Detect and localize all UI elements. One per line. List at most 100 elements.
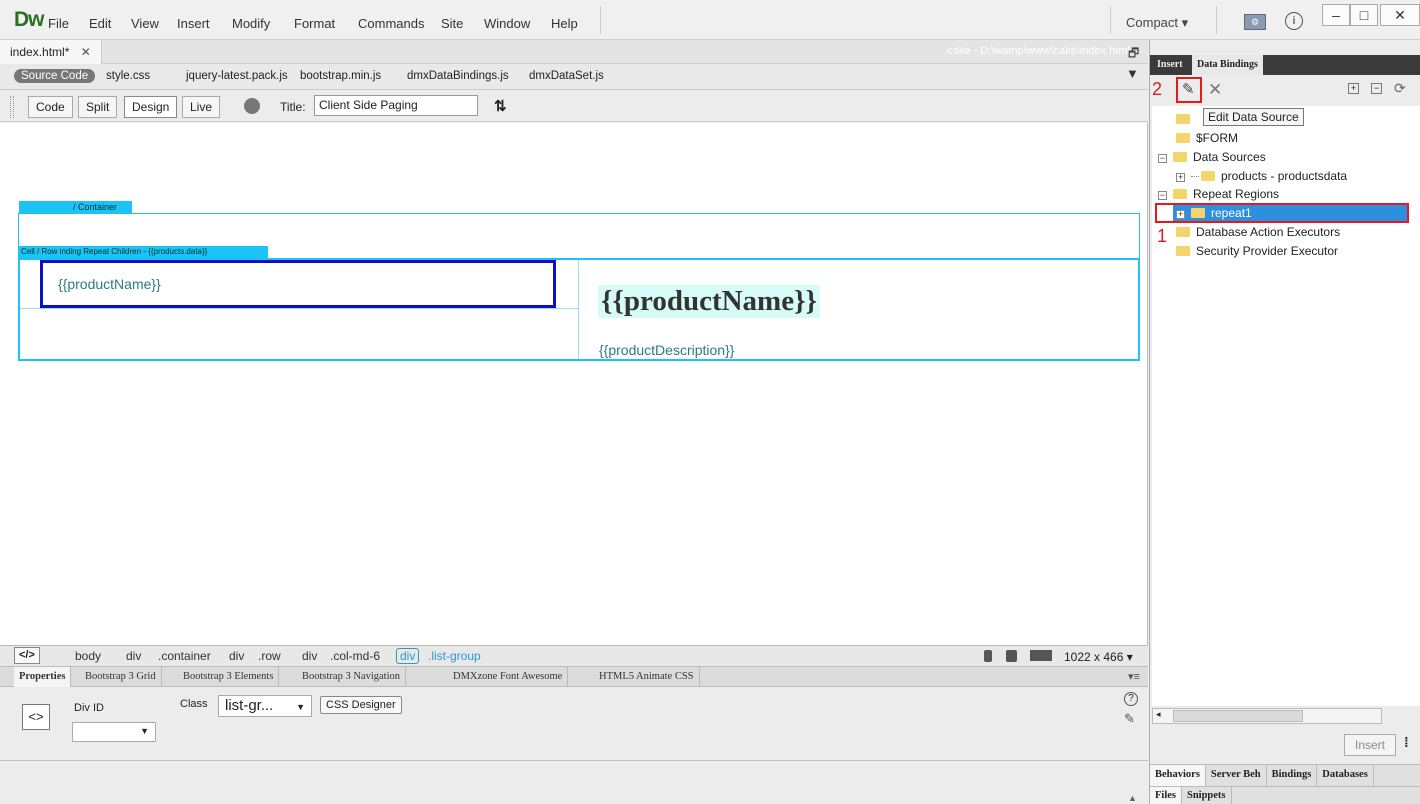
tab-files[interactable]: Files [1150, 787, 1182, 804]
menu-format[interactable]: Format [294, 16, 335, 31]
workspace-switcher[interactable]: Compact ▾ [1126, 15, 1188, 31]
menu-edit[interactable]: Edit [89, 16, 111, 31]
tree-item-form[interactable]: $FORM [1176, 129, 1238, 148]
tab-insert[interactable]: Insert [1152, 55, 1188, 75]
related-file[interactable]: style.css [106, 70, 150, 82]
source-code-button[interactable]: Source Code [14, 69, 96, 83]
close-tab-icon[interactable]: ✕ [81, 45, 91, 59]
globe-icon[interactable] [244, 98, 260, 114]
help-icon[interactable]: ? [1124, 692, 1138, 706]
expand-all-icon[interactable]: + [1348, 83, 1359, 94]
tree-item-repeat1[interactable]: + repeat1 [1176, 204, 1252, 223]
tree-item-products[interactable]: + products - productsdata [1176, 167, 1347, 186]
current-tag-class[interactable]: .list-group [428, 649, 481, 663]
split-view-button[interactable]: Split [78, 96, 118, 118]
maximize-button[interactable]: □ [1350, 4, 1378, 26]
expand-node-icon[interactable]: + [1176, 173, 1185, 182]
tab-bootstrap-elements[interactable]: Bootstrap 3 Elements [178, 667, 280, 687]
filter-icon[interactable]: ▼ [1126, 66, 1139, 81]
document-tab-label: index.html* [10, 45, 70, 59]
class-value: list-gr... [225, 697, 274, 714]
tree-item-data-sources[interactable]: − Data Sources [1158, 148, 1266, 167]
current-tag[interactable]: div [396, 648, 420, 664]
design-canvas[interactable] [0, 123, 1148, 645]
delete-icon[interactable]: ✕ [1208, 80, 1222, 100]
desktop-size-icon[interactable] [1030, 650, 1052, 661]
document-tab[interactable]: index.html* ✕ [0, 40, 102, 64]
folder-icon [1176, 246, 1190, 256]
related-file[interactable]: bootstrap.min.js [300, 70, 381, 82]
close-window-button[interactable]: ✕ [1380, 4, 1420, 26]
design-view-button[interactable]: Design [124, 96, 178, 118]
product-name-heading[interactable]: {{productName}} [598, 285, 820, 318]
css-designer-button[interactable]: CSS Designer [320, 696, 402, 714]
tree-item-top[interactable] [1176, 110, 1196, 129]
tree-item-security[interactable]: Security Provider Executor [1176, 242, 1338, 261]
tab-bindings[interactable]: Bindings [1267, 765, 1318, 786]
horizontal-scrollbar[interactable]: ◂ [1152, 708, 1382, 724]
tab-font-awesome[interactable]: DMXzone Font Awesome [448, 667, 569, 687]
tab-snippets[interactable]: Snippets [1182, 787, 1232, 804]
menu-window[interactable]: Window [484, 16, 530, 31]
sync-settings-icon[interactable]: ⚙ [1244, 14, 1266, 30]
tablet-size-icon[interactable] [1006, 650, 1017, 662]
window-size[interactable]: 1022 x 466 ▾ [1064, 650, 1133, 664]
collapse-all-icon[interactable]: − [1371, 83, 1382, 94]
menu-help[interactable]: Help [551, 16, 578, 31]
collapse-node-icon[interactable]: − [1158, 191, 1167, 200]
tag-div[interactable]: div [229, 649, 244, 663]
sort-icon[interactable]: ⇅ [494, 97, 507, 115]
related-file[interactable]: dmxDataBindings.js [407, 70, 509, 82]
menu-view[interactable]: View [131, 16, 159, 31]
related-file[interactable]: dmxDataSet.js [529, 70, 604, 82]
expand-arrow-icon[interactable]: ▲ [1128, 793, 1137, 803]
code-tag-icon[interactable]: </> [14, 647, 40, 664]
tree-item-db-executors[interactable]: Database Action Executors [1176, 223, 1340, 242]
tag-div[interactable]: div [126, 649, 141, 663]
tag-body[interactable]: body [75, 649, 101, 663]
class-select[interactable]: list-gr... ▼ [218, 695, 312, 717]
tab-animate-css[interactable]: HTML5 Animate CSS [594, 667, 700, 687]
scroll-thumb[interactable] [1173, 710, 1303, 722]
mobile-size-icon[interactable] [984, 650, 992, 662]
code-view-button[interactable]: Code [28, 96, 73, 118]
panel-tab-bar [1150, 55, 1420, 75]
tag-class[interactable]: .row [258, 649, 281, 663]
menu-commands[interactable]: Commands [358, 16, 424, 31]
tab-server-behaviors[interactable]: Server Beh [1206, 765, 1267, 786]
insert-button[interactable]: Insert [1344, 734, 1396, 756]
menu-insert[interactable]: Insert [177, 16, 210, 31]
title-input[interactable]: Client Side Paging [314, 95, 478, 116]
menu-modify[interactable]: Modify [232, 16, 270, 31]
tab-data-bindings[interactable]: Data Bindings [1192, 55, 1263, 75]
scroll-left-icon[interactable]: ◂ [1156, 709, 1161, 720]
tab-behaviors[interactable]: Behaviors [1150, 765, 1206, 786]
edit-data-source-button[interactable]: ✎ [1176, 77, 1202, 103]
menu-site[interactable]: Site [441, 16, 463, 31]
info-icon[interactable]: i [1285, 12, 1303, 30]
grip-icon[interactable]: ⁞ [1404, 734, 1409, 750]
container-tag[interactable]: / Container [19, 201, 132, 213]
quick-tag-editor-icon[interactable]: ✎ [1124, 711, 1135, 727]
restore-icon[interactable]: 🗗 [1128, 44, 1139, 65]
tag-class[interactable]: .col-md-6 [330, 649, 380, 663]
live-view-button[interactable]: Live [182, 96, 221, 118]
tab-databases[interactable]: Databases [1317, 765, 1374, 786]
expand-node-icon[interactable]: + [1176, 210, 1185, 219]
product-description-binding[interactable]: {{productDescription}} [599, 342, 734, 358]
product-name-binding[interactable]: {{productName}} [58, 276, 161, 292]
collapse-node-icon[interactable]: − [1158, 154, 1167, 163]
row-tag[interactable]: Cell / Row inding Repeat Children - {{pr… [18, 246, 268, 258]
menu-file[interactable]: File [48, 16, 69, 31]
tree-item-repeat-regions[interactable]: − Repeat Regions [1158, 185, 1279, 204]
tab-bootstrap-navigation[interactable]: Bootstrap 3 Navigation [297, 667, 406, 687]
div-id-select[interactable]: ▼ [72, 722, 156, 742]
refresh-icon[interactable]: ⟳ [1394, 80, 1406, 97]
minimize-button[interactable]: – [1322, 4, 1350, 26]
tag-class[interactable]: .container [158, 649, 211, 663]
panel-menu-icon[interactable]: ▾≡ [1128, 670, 1140, 683]
related-file[interactable]: jquery-latest.pack.js [186, 70, 288, 82]
tag-div[interactable]: div [302, 649, 317, 663]
tab-properties[interactable]: Properties [14, 667, 72, 687]
tab-bootstrap-grid[interactable]: Bootstrap 3 Grid [80, 667, 162, 687]
